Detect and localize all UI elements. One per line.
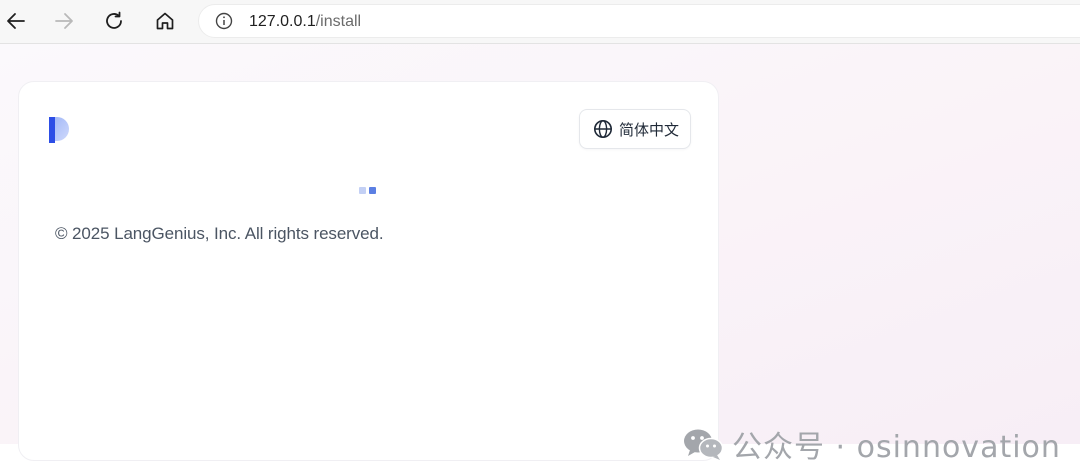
dify-logo: [49, 117, 69, 143]
home-button[interactable]: [149, 5, 181, 37]
loading-indicator: [359, 186, 379, 196]
language-label: 简体中文: [619, 120, 680, 139]
loader-square-dark: [369, 187, 376, 194]
watermark-text: 公众号 · osinnovation: [732, 430, 1061, 465]
url-text[interactable]: 127.0.0.1/install: [249, 13, 361, 31]
info-circle-icon[interactable]: [215, 12, 233, 30]
forward-button[interactable]: [48, 5, 80, 37]
browser-toolbar: 127.0.0.1/install: [0, 0, 1080, 44]
url-host: 127.0.0.1: [249, 13, 316, 30]
wechat-icon: [684, 429, 724, 460]
reload-button[interactable]: [98, 5, 130, 37]
arrow-right-icon: [55, 13, 73, 29]
watermark: 公众号 · osinnovation: [682, 424, 1061, 465]
language-select-button[interactable]: 简体中文: [579, 109, 691, 149]
url-path: /install: [315, 13, 362, 30]
reload-icon: [106, 11, 122, 29]
globe-icon: [594, 120, 612, 138]
install-card: 简体中文 © 2025 LangGenius, Inc. All rights …: [18, 81, 719, 461]
install-page: 简体中文 © 2025 LangGenius, Inc. All rights …: [0, 44, 1080, 465]
back-button[interactable]: [0, 5, 32, 37]
loader-square-light: [359, 187, 366, 194]
copyright-text: © 2025 LangGenius, Inc. All rights reser…: [55, 224, 384, 243]
arrow-left-icon: [7, 13, 25, 29]
home-icon: [156, 12, 174, 30]
address-bar[interactable]: 127.0.0.1/install: [198, 4, 1080, 38]
